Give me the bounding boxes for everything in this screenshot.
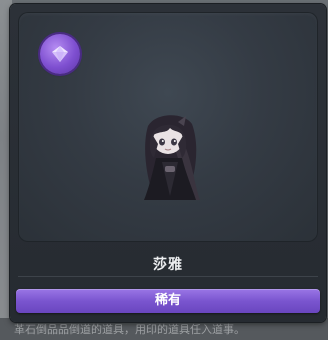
item-preview-card	[18, 12, 318, 242]
item-name: 莎雅	[153, 257, 183, 273]
item-detail-panel: 莎雅 稀有	[10, 4, 326, 322]
divider	[18, 276, 318, 277]
background-hint-text: 革石倒品品倒道的道具，用印的道具任入道事。	[14, 323, 245, 336]
character-sprite	[144, 115, 200, 200]
rarity-badge	[40, 34, 80, 74]
rarity-label-bar: 稀有	[16, 289, 320, 313]
diamond-gem-icon	[52, 46, 68, 62]
